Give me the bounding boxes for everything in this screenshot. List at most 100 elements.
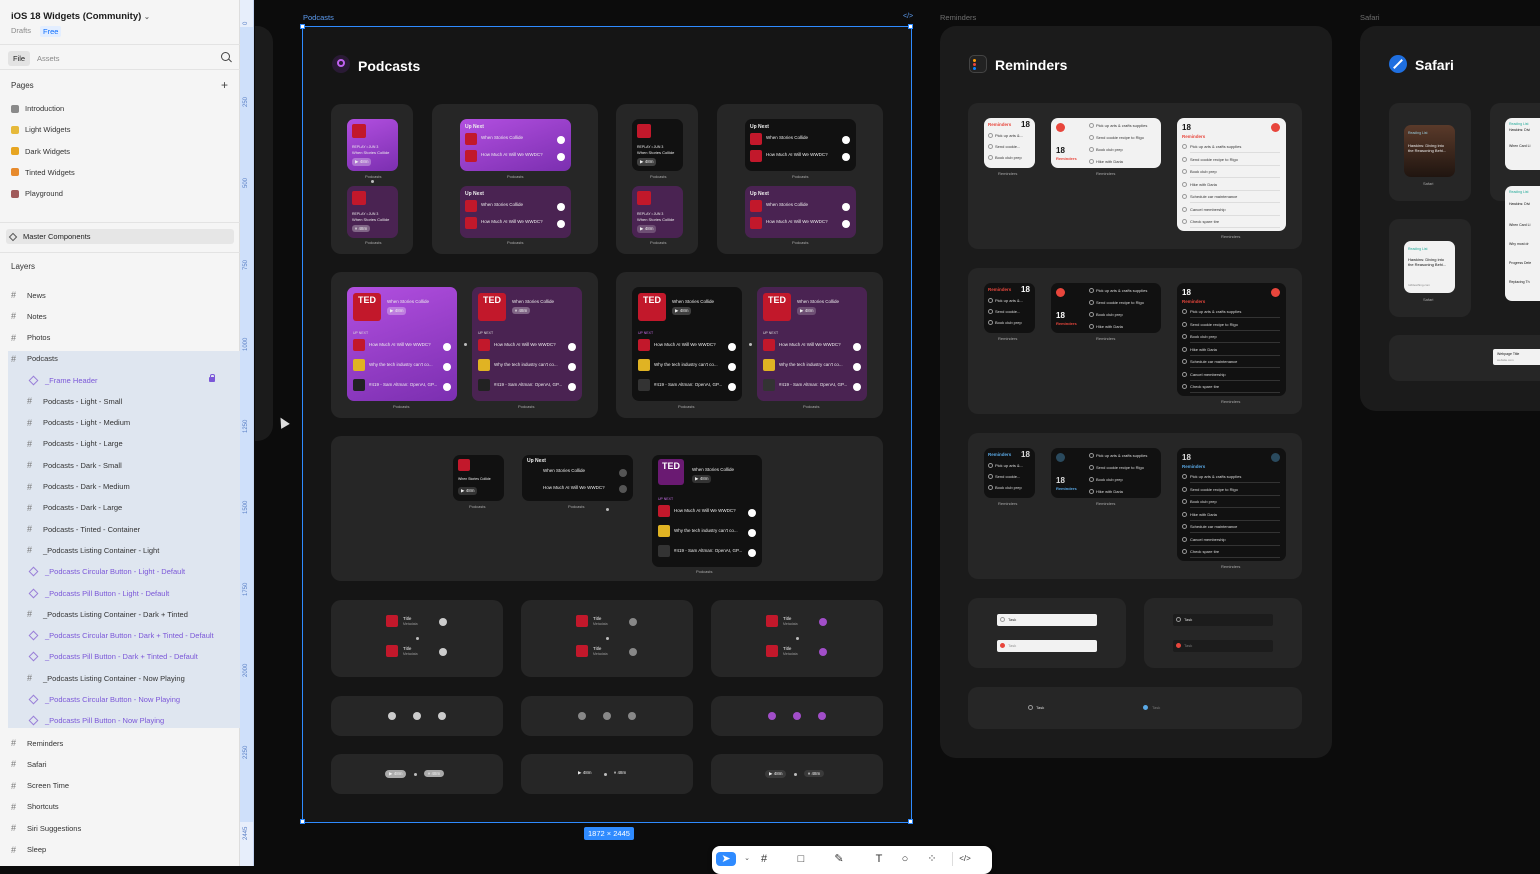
layer-item[interactable]: # Safari	[11, 758, 47, 770]
layer-child-item[interactable]: _Podcasts Pill Button - Dark + Tinted - …	[28, 651, 198, 663]
task-components-tinted[interactable]: Task Task	[968, 687, 1302, 729]
widget-tinted-large[interactable]: TED When Stories Collide ▶ 48m UP NEXT H…	[652, 455, 762, 567]
dev-mode-toggle-icon[interactable]: </>	[958, 852, 972, 866]
frame-label-podcasts[interactable]: Podcasts	[303, 13, 334, 22]
layer-child-item[interactable]: # Podcasts - Dark - Small	[27, 459, 122, 471]
reminders-dark-medium[interactable]: 18 Reminders Pick up arts & crafts suppl…	[1051, 283, 1161, 333]
layer-child-item[interactable]: # Podcasts - Dark - Medium	[27, 481, 130, 493]
widget-light-small-1[interactable]: REPLAY • JUN 3 When Stories Collide ▶ 48…	[347, 119, 398, 171]
safari-large-widget[interactable]: Reading List Hawkins: Divi When Card Li …	[1505, 186, 1540, 301]
add-page-icon[interactable]: +	[221, 78, 228, 92]
layer-child-item[interactable]: _Podcasts Circular Button - Dark + Tinte…	[28, 630, 214, 642]
layer-child-item[interactable]: _Podcasts Pill Button - Now Playing	[28, 715, 164, 727]
tab-assets[interactable]: Assets	[37, 54, 60, 63]
layer-child-item[interactable]: # Podcasts - Light - Medium	[27, 417, 130, 429]
layer-child-item[interactable]: # Podcasts - Dark - Large	[27, 502, 122, 514]
reminder-checkbox[interactable]	[1182, 524, 1187, 529]
widget-light-large-1[interactable]: TED When Stories Collide ▶ 48m UP NEXT H…	[347, 287, 457, 401]
widget-dark-large-2[interactable]: TED When Stories Collide ▶ 48m UP NEXT H…	[757, 287, 867, 401]
layer-child-item[interactable]: # _Podcasts Listing Container - Light	[27, 544, 159, 556]
circular-buttons-now-playing[interactable]	[711, 696, 883, 736]
search-icon[interactable]	[221, 52, 230, 61]
podcasts-frame[interactable]: Podcasts REPLAY • JUN 3 When Stories Col…	[300, 24, 913, 824]
layer-item[interactable]: # Photos	[11, 332, 50, 344]
safari-medium-widget[interactable]: Reading List Hawkins: Divi When Card Li	[1505, 118, 1540, 170]
master-components-item[interactable]: Master Components	[6, 229, 234, 244]
reminders-dark-large[interactable]: 18 Reminders Pick up arts & crafts suppl…	[1177, 283, 1286, 396]
reminder-checkbox[interactable]	[1182, 499, 1187, 504]
widget-tinted-medium[interactable]: Up Next When Stories Collide How Much AI…	[522, 455, 633, 501]
widget-dark-small-1[interactable]: REPLAY • JUN 3 When Stories Collide ▶ 48…	[632, 119, 683, 171]
layer-item[interactable]: # Screen Time	[11, 780, 69, 792]
widget-dark-small-2[interactable]: REPLAY • JUN 3 When Stories Collide ▶ 48…	[632, 186, 683, 238]
layer-item[interactable]: # Sleep	[11, 844, 46, 856]
reminder-checkbox[interactable]	[1182, 511, 1187, 517]
reminder-checkbox[interactable]	[1182, 549, 1187, 554]
frame-tool-icon[interactable]: #	[757, 852, 771, 866]
widget-dark-medium-1[interactable]: Up Next When Stories Collide How Much AI…	[745, 119, 856, 171]
listing-container-dark-tinted[interactable]: Title Metadata Title Metadata	[521, 600, 693, 677]
reminders-light-board[interactable]: Reminders 18 Pick up arts &... Send cook…	[968, 103, 1302, 249]
reminder-checkbox[interactable]	[1182, 536, 1187, 542]
resize-handle-tr[interactable]	[908, 24, 913, 29]
layer-item[interactable]: # News	[11, 289, 46, 301]
reminder-checkbox[interactable]	[1182, 169, 1187, 174]
reminder-checkbox[interactable]	[1182, 346, 1187, 352]
layer-child-item[interactable]: # Podcasts - Light - Small	[27, 395, 122, 407]
layer-child-item[interactable]: # _Podcasts Listing Container - Dark + Ti…	[27, 608, 188, 620]
layer-child-item[interactable]: _Podcasts Pill Button - Light - Default	[28, 587, 169, 599]
reminders-tinted-medium[interactable]: 18 Reminders Pick up arts & crafts suppl…	[1051, 448, 1161, 498]
layer-child-item[interactable]: _Podcasts Circular Button - Now Playing	[28, 694, 180, 706]
reminder-checkbox[interactable]	[1182, 144, 1187, 149]
layer-item[interactable]: # Podcasts	[11, 353, 58, 365]
task-components-light[interactable]: Task Task	[968, 598, 1126, 668]
frame-label-safari[interactable]: Safari	[1360, 13, 1380, 22]
widget-dark-large-1[interactable]: TED When Stories Collide ▶ 48m UP NEXT H…	[632, 287, 742, 401]
layer-item[interactable]: # Reminders	[11, 737, 63, 749]
move-tool-icon[interactable]: ➤	[716, 852, 736, 866]
page-item[interactable]: Light Widgets	[11, 125, 70, 134]
pen-tool-icon[interactable]: ✎	[832, 852, 846, 866]
widget-light-large-2[interactable]: TED When Stories Collide ⏸ 48m UP NEXT H…	[472, 287, 582, 401]
safari-frame[interactable]: Safari Reading List Hawkins: Diving into…	[1360, 26, 1540, 411]
shape-tool-icon[interactable]: □	[794, 852, 808, 866]
page-item[interactable]: Dark Widgets	[11, 147, 70, 156]
layer-child-item[interactable]: _Podcasts Circular Button - Light - Defa…	[28, 566, 185, 578]
safari-small-widget-light[interactable]: Reading List Hawkins: Diving into the Re…	[1404, 241, 1455, 293]
reminder-checkbox[interactable]	[1182, 359, 1187, 364]
lock-icon[interactable]	[209, 374, 215, 382]
widget-light-small-2[interactable]: REPLAY • JUN 3 When Stories Collide ⏸ 48…	[347, 186, 398, 238]
reminder-checkbox[interactable]	[1182, 474, 1187, 479]
reminder-checkbox[interactable]	[1182, 309, 1187, 314]
reminders-light-large[interactable]: 18 Reminders Pick up arts & crafts suppl…	[1177, 118, 1286, 231]
pill-buttons-dark[interactable]: ▶ 48m ⏸ 48m	[521, 754, 693, 794]
reminders-tinted-board[interactable]: Reminders 18 Pick up arts &... Send cook…	[968, 433, 1302, 579]
page-item[interactable]: Tinted Widgets	[11, 168, 75, 177]
reminder-checkbox[interactable]	[1182, 194, 1187, 199]
page-item[interactable]: Playground	[11, 189, 63, 198]
safari-small-widget[interactable]: Reading List Hawkins: Diving into the Re…	[1404, 125, 1455, 177]
reminders-dark-small[interactable]: Reminders 18 Pick up arts &... Send cook…	[984, 283, 1035, 333]
reminders-light-small[interactable]: Reminders 18 Pick up arts &... Send cook…	[984, 118, 1035, 168]
reminders-light-medium[interactable]: 18 Reminders Pick up arts & crafts suppl…	[1051, 118, 1161, 168]
resize-handle-tl[interactable]	[300, 24, 305, 29]
design-canvas[interactable]: Podcasts </> Reminders Safari Podcasts R…	[255, 0, 1540, 866]
pill-buttons-now-playing[interactable]: ▶ 48m ⏸ 48m	[711, 754, 883, 794]
reminder-checkbox[interactable]	[1182, 181, 1187, 187]
safari-large-board[interactable]: Reading List Hawkins: Divi When Card Li …	[1490, 186, 1540, 399]
reminder-checkbox[interactable]	[1182, 219, 1187, 224]
tab-file[interactable]: File	[8, 51, 31, 66]
comment-tool-icon[interactable]: ○	[898, 852, 912, 866]
resize-handle-bl[interactable]	[300, 819, 305, 824]
safari-small-dark-board[interactable]: Reading List Hawkins: Diving into the Re…	[1389, 103, 1471, 201]
file-location[interactable]: Drafts	[11, 26, 31, 35]
reminder-checkbox[interactable]	[1182, 206, 1187, 212]
reminder-checkbox[interactable]	[1182, 371, 1187, 377]
reminders-tinted-large[interactable]: 18 Reminders Pick up arts & crafts suppl…	[1177, 448, 1286, 561]
actions-tool-icon[interactable]: ⁘	[925, 852, 939, 866]
reminders-dark-board[interactable]: Reminders 18 Pick up arts &... Send cook…	[968, 268, 1302, 414]
reminder-checkbox[interactable]	[1182, 156, 1187, 162]
circular-buttons-dark[interactable]	[521, 696, 693, 736]
reminder-checkbox[interactable]	[1182, 384, 1187, 389]
reminder-checkbox[interactable]	[1182, 486, 1187, 492]
